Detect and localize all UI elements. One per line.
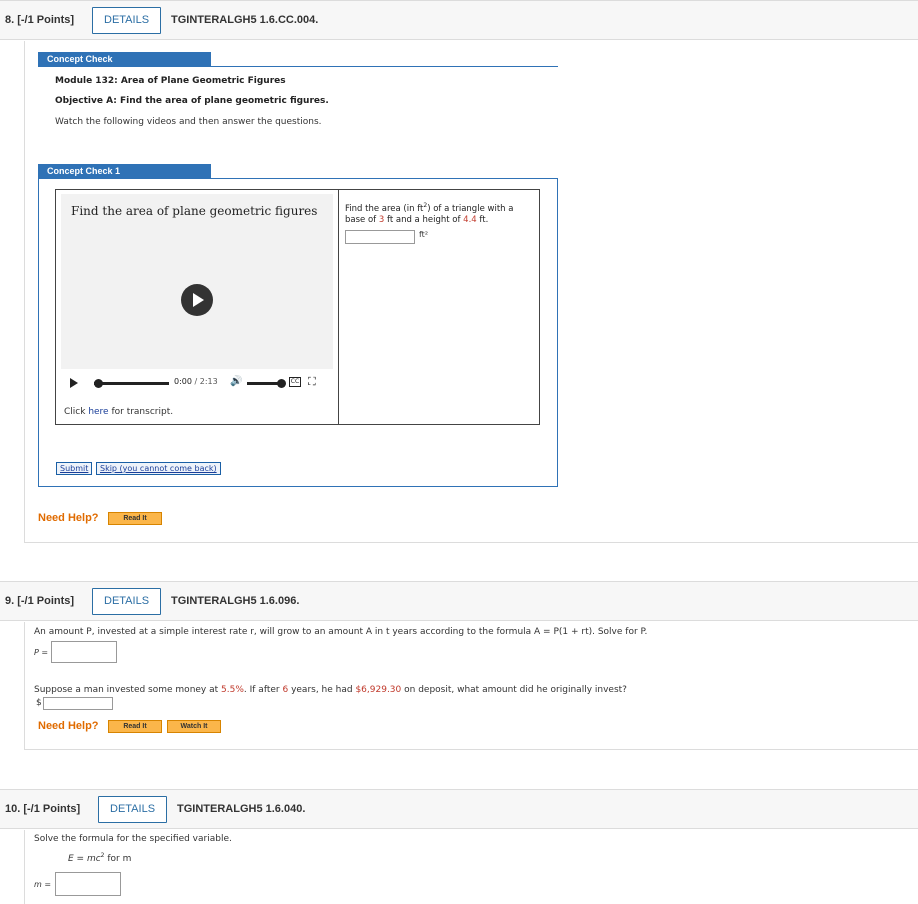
- height-value: 4.4: [463, 214, 477, 225]
- q9-header: 9. [-/1 Points] DETAILS TGINTERALGH5 1.6…: [0, 581, 918, 621]
- closed-captions-icon[interactable]: CC: [289, 377, 301, 387]
- q10-formula: E = mc2 for m: [68, 852, 131, 864]
- skip-button[interactable]: Skip (you cannot come back): [96, 462, 221, 475]
- volume-knob[interactable]: [277, 379, 286, 388]
- transcript-link[interactable]: here: [88, 407, 108, 417]
- concept-check-tab: Concept Check: [38, 52, 211, 67]
- video-current-time: 0:00: [174, 377, 192, 386]
- formula-a: E = mc: [68, 854, 101, 864]
- transcript-line: Click here for transcript.: [64, 407, 173, 417]
- fullscreen-icon[interactable]: ⛶: [308, 375, 316, 389]
- seek-bar[interactable]: [94, 382, 169, 385]
- problem-a: Suppose a man invested some money at: [34, 685, 222, 695]
- q9-details-button[interactable]: DETAILS: [92, 588, 162, 615]
- q8-number: 8. [-/1 Points]: [5, 14, 75, 26]
- q10-code: TGINTERALGH5 1.6.040.: [177, 803, 306, 815]
- video-controls: 0:00 / 2:13 🔊 CC ⛶: [64, 371, 330, 395]
- q9-watch-it-button[interactable]: Watch It: [167, 720, 221, 733]
- transcript-prefix: Click: [64, 407, 89, 417]
- p-label: P =: [34, 648, 49, 657]
- q9-number: 9. [-/1 Points]: [5, 595, 75, 607]
- problem-b: . If after: [243, 685, 283, 695]
- m-formula-input[interactable]: [55, 872, 121, 896]
- area-unit: ft²: [419, 230, 429, 239]
- q8-code: TGINTERALGH5 1.6.CC.004.: [171, 14, 319, 26]
- video-question-table: Find the area of plane geometric figures…: [55, 189, 540, 425]
- q9-need-help: Need Help?: [38, 720, 99, 732]
- play-icon[interactable]: [181, 284, 213, 316]
- q9-problem: Suppose a man invested some money at 5.5…: [34, 685, 627, 695]
- triangle-question: Find the area (in ft2) of a triangle wit…: [345, 200, 535, 226]
- q8-read-it-button[interactable]: Read It: [108, 512, 162, 525]
- formula-b: for m: [104, 854, 132, 864]
- seek-knob[interactable]: [94, 379, 103, 388]
- module-title: Module 132: Area of Plane Geometric Figu…: [55, 76, 286, 86]
- instruction-text: Watch the following videos and then answ…: [55, 117, 322, 127]
- q10-header: 10. [-/1 Points] DETAILS TGINTERALGH5 1.…: [0, 789, 918, 829]
- amount-value: $6,929.30: [355, 685, 402, 695]
- q9-read-it-button[interactable]: Read It: [108, 720, 162, 733]
- original-investment-input[interactable]: [43, 697, 113, 710]
- submit-button[interactable]: Submit: [56, 462, 93, 475]
- transcript-suffix: for transcript.: [108, 407, 174, 417]
- q9-statement: An amount P, invested at a simple intere…: [34, 627, 648, 637]
- video-duration: / 2:13: [194, 377, 218, 386]
- prompt-c: ft and a height of: [384, 214, 464, 225]
- m-label: m =: [34, 880, 52, 889]
- prompt-a: Find the area (in ft: [345, 203, 424, 214]
- p-formula-input[interactable]: [51, 641, 117, 663]
- play-button-icon[interactable]: [70, 378, 78, 388]
- concept-check-1-tab: Concept Check 1: [38, 164, 211, 179]
- volume-icon[interactable]: 🔊: [230, 376, 242, 387]
- q10-instruction: Solve the formula for the specified vari…: [34, 834, 232, 844]
- video-title: Find the area of plane geometric figures: [71, 204, 318, 218]
- concept-check-rule: [38, 66, 558, 67]
- area-answer-input[interactable]: [345, 230, 415, 244]
- q8-header: 8. [-/1 Points] DETAILS TGINTERALGH5 1.6…: [0, 0, 918, 40]
- q10-number: 10. [-/1 Points]: [5, 803, 81, 815]
- prompt-d: ft.: [476, 214, 489, 225]
- q9-code: TGINTERALGH5 1.6.096.: [171, 595, 300, 607]
- volume-slider[interactable]: [247, 382, 281, 385]
- q8-need-help: Need Help?: [38, 512, 99, 524]
- table-divider: [338, 190, 339, 424]
- problem-c: years, he had: [288, 685, 356, 695]
- rate-value: 5.5%: [221, 685, 244, 695]
- q10-details-button[interactable]: DETAILS: [98, 796, 168, 823]
- video-time: 0:00 / 2:13: [174, 377, 218, 386]
- objective-text: Objective A: Find the area of plane geom…: [55, 96, 329, 106]
- dollar-sign: $: [36, 698, 42, 708]
- q8-details-button[interactable]: DETAILS: [92, 7, 162, 34]
- video-player[interactable]: Find the area of plane geometric figures: [61, 194, 333, 369]
- problem-d: on deposit, what amount did he originall…: [401, 685, 627, 695]
